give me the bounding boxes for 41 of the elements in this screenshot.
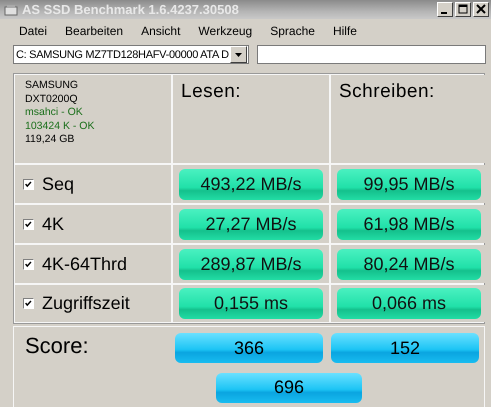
menu-item[interactable]: Bearbeiten xyxy=(56,24,132,38)
checkbox[interactable] xyxy=(23,258,34,270)
drive-info-line: 103424 K - OK xyxy=(25,120,94,133)
result-value: 0,066 ms xyxy=(337,288,481,319)
close-icon[interactable] xyxy=(473,2,489,17)
input-field[interactable] xyxy=(257,45,486,64)
result-value: 0,155 ms xyxy=(179,288,323,319)
result-value: 61,98 MB/s xyxy=(337,208,481,240)
menu-item[interactable]: Ansicht xyxy=(132,24,190,38)
score-value: 152 xyxy=(331,333,479,363)
test-label: Zugriffszeit xyxy=(42,293,130,314)
maximize-icon[interactable] xyxy=(455,2,471,17)
test-label: Seq xyxy=(42,174,74,194)
column-header: Schreiben: xyxy=(331,75,487,163)
menu-item[interactable]: Hilfe xyxy=(324,24,366,38)
result-value: 289,87 MB/s xyxy=(179,248,323,280)
caret-icon[interactable] xyxy=(230,46,247,63)
total-score: 696 xyxy=(216,372,362,402)
drive-info-line: 119,24 GB xyxy=(25,133,74,146)
score-value: 366 xyxy=(175,333,323,363)
drive-info-line: DXT0200Q xyxy=(25,92,78,106)
test-label: 4K xyxy=(42,214,64,234)
drive-dropdown[interactable]: C: SAMSUNG MZ7TD128HAFV-00000 ATA D xyxy=(13,45,249,64)
menu-item[interactable]: Sprache xyxy=(261,24,324,38)
menu-item[interactable]: Werkzeug xyxy=(189,24,262,38)
menu-item[interactable]: Datei xyxy=(10,24,56,38)
result-value: 493,22 MB/s xyxy=(179,168,323,200)
window-title: AS SSD Benchmark 1.6.4237.30508 xyxy=(22,2,240,17)
checkbox[interactable] xyxy=(23,298,34,309)
score-label: Score: xyxy=(24,332,90,359)
result-value: 80,24 MB/s xyxy=(337,248,481,280)
minimize-icon[interactable] xyxy=(437,2,453,17)
drive-info-line: SAMSUNG xyxy=(25,79,78,92)
app-icon xyxy=(4,4,18,16)
test-label: 4K-64Thrd xyxy=(42,254,128,274)
checkbox[interactable] xyxy=(23,218,34,230)
result-value: 27,27 MB/s xyxy=(179,208,323,240)
checkbox[interactable] xyxy=(23,178,34,190)
result-value: 99,95 MB/s xyxy=(337,168,481,200)
column-header: Lesen: xyxy=(173,75,329,163)
drive-info-line: msahci - OK xyxy=(25,106,83,120)
